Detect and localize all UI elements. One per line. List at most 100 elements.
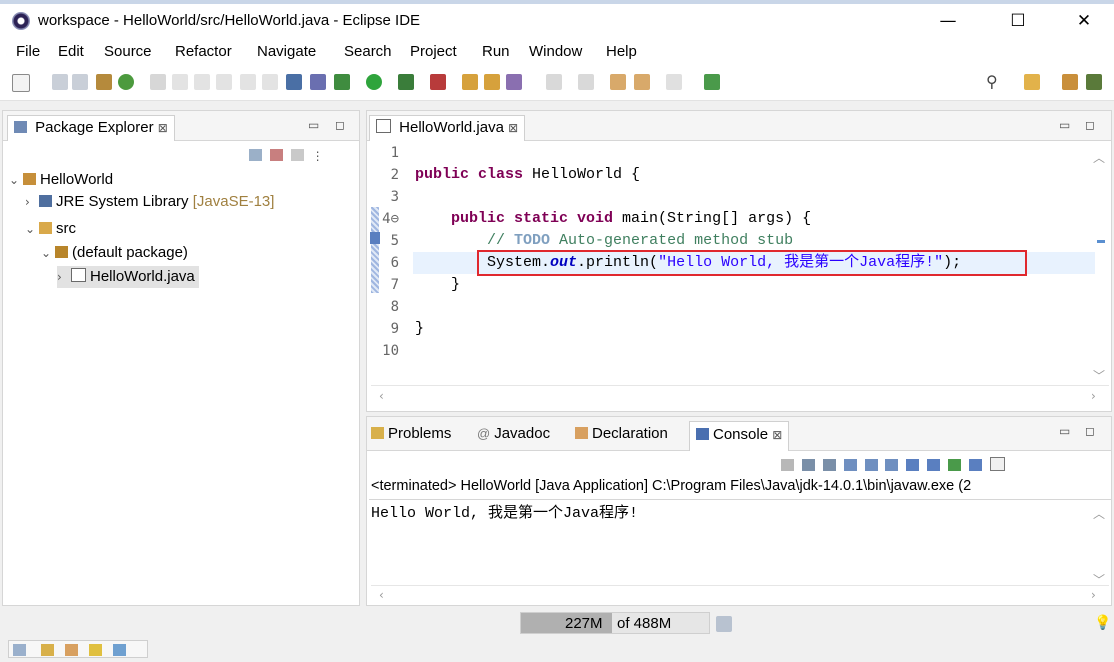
outline-view-icon[interactable] bbox=[113, 644, 126, 656]
word-wrap-icon[interactable] bbox=[885, 459, 899, 471]
pin-console-icon[interactable] bbox=[948, 459, 962, 471]
menu-source[interactable]: Source bbox=[104, 43, 152, 60]
java-perspective-icon[interactable] bbox=[1086, 74, 1102, 90]
display-selected-console-icon[interactable] bbox=[969, 459, 983, 471]
overview-ruler-marker[interactable] bbox=[1097, 240, 1105, 243]
tab-javadoc[interactable]: @ Javadoc bbox=[477, 425, 550, 442]
maximize-view-icon[interactable]: ◻ bbox=[1085, 118, 1095, 132]
expand-icon[interactable]: ⌄ bbox=[41, 242, 55, 264]
terminate-icon[interactable] bbox=[781, 459, 794, 471]
open-perspective-icon[interactable] bbox=[704, 74, 720, 90]
scroll-lock-icon[interactable] bbox=[864, 459, 878, 471]
horizontal-scrollbar[interactable]: ‹ › bbox=[371, 585, 1109, 606]
scroll-left-icon[interactable]: ‹ bbox=[379, 389, 384, 403]
link-with-editor-icon[interactable] bbox=[269, 149, 283, 161]
console-output[interactable]: Hello World, 我是第一个Java程序! bbox=[371, 501, 638, 522]
tree-item-src[interactable]: ⌄ src bbox=[25, 218, 76, 240]
view-menu-icon[interactable]: ⋮ bbox=[312, 149, 324, 163]
open-type-icon[interactable] bbox=[96, 74, 112, 90]
tasks-view-icon[interactable] bbox=[89, 644, 102, 656]
scroll-down-icon[interactable]: ﹀ bbox=[1093, 367, 1105, 384]
pin-icon[interactable] bbox=[172, 74, 188, 90]
new-class-icon[interactable] bbox=[506, 74, 522, 90]
tab-package-explorer[interactable]: Package Explorer ⊠ bbox=[7, 115, 175, 141]
scroll-up-icon[interactable]: ︿ bbox=[1093, 505, 1105, 522]
restore-icon[interactable] bbox=[13, 644, 26, 656]
close-button[interactable]: ✕ bbox=[1062, 8, 1106, 34]
maximize-button[interactable]: ☐ bbox=[996, 8, 1040, 34]
tree-item-jre-library[interactable]: › JRE System Library [JavaSE-13] bbox=[25, 191, 274, 213]
problems-view-icon[interactable] bbox=[41, 644, 54, 656]
scroll-left-icon[interactable]: ‹ bbox=[379, 588, 384, 602]
open-console-icon[interactable] bbox=[989, 457, 1005, 471]
save-icon[interactable] bbox=[52, 74, 68, 90]
scroll-right-icon[interactable]: › bbox=[1091, 588, 1096, 602]
new-package-icon[interactable] bbox=[484, 74, 500, 90]
new-java-project-icon[interactable] bbox=[462, 74, 478, 90]
scroll-up-icon[interactable]: ︿ bbox=[1093, 149, 1105, 166]
maximize-view-icon[interactable]: ◻ bbox=[335, 118, 345, 132]
tab-problems[interactable]: Problems bbox=[371, 425, 451, 442]
minimize-view-icon[interactable]: ▭ bbox=[1059, 118, 1070, 132]
tip-lightbulb-icon[interactable]: 💡 bbox=[1094, 614, 1111, 631]
run-icon[interactable] bbox=[366, 74, 382, 90]
menu-file[interactable]: File bbox=[16, 43, 40, 60]
show-on-stderr-icon[interactable] bbox=[927, 459, 941, 471]
filters-icon[interactable] bbox=[290, 149, 304, 161]
annotation-icon[interactable] bbox=[194, 74, 210, 90]
scroll-right-icon[interactable]: › bbox=[1091, 389, 1096, 403]
tree-item-helloworld-java[interactable]: › HelloWorld.java bbox=[57, 266, 199, 288]
prev-annotation-icon[interactable] bbox=[578, 74, 594, 90]
maximize-view-icon[interactable]: ◻ bbox=[1085, 424, 1095, 438]
menu-navigate[interactable]: Navigate bbox=[257, 43, 316, 60]
remove-all-terminated-icon[interactable] bbox=[822, 459, 836, 471]
show-on-stdout-icon[interactable] bbox=[906, 459, 920, 471]
tab-console[interactable]: Console ⊠ bbox=[689, 421, 790, 451]
last-edit-icon[interactable] bbox=[610, 74, 626, 90]
coverage-icon[interactable] bbox=[398, 74, 414, 90]
expand-icon[interactable]: ⌄ bbox=[9, 169, 23, 191]
garbage-collect-icon[interactable] bbox=[716, 616, 732, 632]
remove-launch-icon[interactable] bbox=[801, 459, 815, 471]
close-tab-icon[interactable]: ⊠ bbox=[158, 121, 168, 135]
menu-project[interactable]: Project bbox=[410, 43, 457, 60]
collapse-all-icon[interactable] bbox=[249, 149, 262, 161]
menu-edit[interactable]: Edit bbox=[58, 43, 84, 60]
search-icon[interactable]: ⚲ bbox=[986, 72, 998, 91]
java-ee-perspective-icon[interactable] bbox=[1062, 74, 1078, 90]
collapse-icon[interactable]: › bbox=[25, 191, 39, 213]
skip-breakpoints-icon[interactable] bbox=[310, 74, 326, 90]
back-icon[interactable] bbox=[634, 74, 650, 90]
close-tab-icon[interactable]: ⊠ bbox=[508, 121, 518, 135]
tab-declaration[interactable]: Declaration bbox=[575, 425, 668, 442]
declaration-view-icon[interactable] bbox=[65, 644, 78, 656]
minimize-view-icon[interactable]: ▭ bbox=[1059, 424, 1070, 438]
toggle-mark-icon[interactable] bbox=[150, 74, 166, 90]
heap-status[interactable]: 227M of 488M bbox=[520, 612, 710, 634]
expand-icon[interactable]: ⌄ bbox=[25, 218, 39, 240]
minimize-button[interactable]: — bbox=[926, 8, 970, 34]
clear-console-icon[interactable] bbox=[843, 459, 857, 471]
new-icon[interactable] bbox=[12, 74, 30, 92]
tree-item-default-package[interactable]: ⌄ (default package) bbox=[41, 242, 188, 264]
menu-refactor[interactable]: Refactor bbox=[175, 43, 232, 60]
console-view-icon[interactable] bbox=[286, 74, 302, 90]
paragraph-icon[interactable] bbox=[262, 74, 278, 90]
minimize-view-icon[interactable]: ▭ bbox=[308, 118, 319, 132]
horizontal-scrollbar[interactable]: ‹ › bbox=[371, 385, 1109, 408]
block-select-icon[interactable] bbox=[240, 74, 256, 90]
next-annotation-icon[interactable] bbox=[546, 74, 562, 90]
perspective-icon[interactable] bbox=[1024, 74, 1040, 90]
whitespace-icon[interactable] bbox=[216, 74, 232, 90]
tab-helloworld-java[interactable]: HelloWorld.java ⊠ bbox=[369, 115, 526, 141]
close-tab-icon[interactable]: ⊠ bbox=[772, 428, 782, 442]
tree-item-project[interactable]: ⌄ HelloWorld bbox=[9, 169, 113, 191]
save-all-icon[interactable] bbox=[72, 74, 88, 90]
external-tools-icon[interactable] bbox=[430, 74, 446, 90]
menu-search[interactable]: Search bbox=[344, 43, 392, 60]
menu-window[interactable]: Window bbox=[529, 43, 582, 60]
collapse-icon[interactable]: › bbox=[57, 266, 71, 288]
menu-help[interactable]: Help bbox=[606, 43, 637, 60]
build-icon[interactable] bbox=[118, 74, 134, 90]
debug-icon[interactable] bbox=[334, 74, 350, 90]
